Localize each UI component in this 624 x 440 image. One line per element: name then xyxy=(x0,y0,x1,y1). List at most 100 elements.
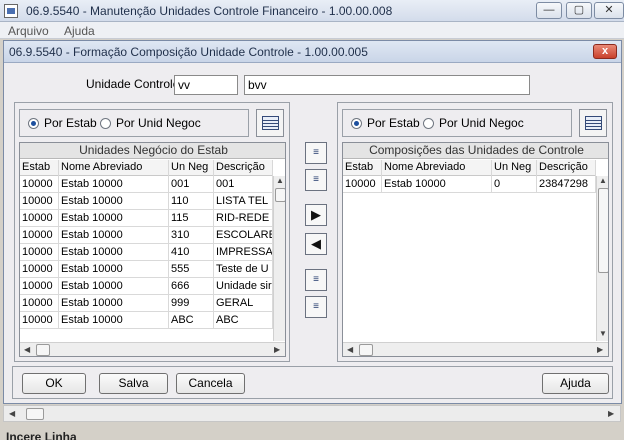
table-cell: 410 xyxy=(169,244,214,261)
ok-button[interactable]: OK xyxy=(22,373,86,394)
right-grid-select-button[interactable] xyxy=(579,109,607,137)
left-radio-estab-label: Por Estab xyxy=(44,116,97,130)
table-cell: 0 xyxy=(492,176,537,193)
right-hscroll-thumb[interactable] xyxy=(359,344,373,356)
left-radio-group: Por Estab Por Unid Negoc xyxy=(19,109,249,137)
left-grid-title: Unidades Negócio do Estab xyxy=(20,143,285,159)
add-all-button[interactable]: ≡ xyxy=(305,142,327,164)
table-cell: Teste de U xyxy=(214,261,273,278)
right-scroll-down-icon[interactable]: ▼ xyxy=(599,329,607,339)
table-row[interactable]: 10000 Estab 10000 115 RID-REDE xyxy=(20,210,273,227)
right-col-unneg[interactable]: Un Neg xyxy=(492,160,537,176)
right-vscroll-thumb[interactable] xyxy=(598,188,608,273)
left-col-unneg[interactable]: Un Neg xyxy=(169,160,214,176)
table-cell: Estab 10000 xyxy=(59,210,169,227)
table-row[interactable]: 10000 Estab 10000 310 ESCOLARE xyxy=(20,227,273,244)
left-grid-header: Estab Nome Abreviado Un Neg Descrição xyxy=(20,160,273,176)
table-row[interactable]: 10000 Estab 10000 666 Unidade sir xyxy=(20,278,273,295)
table-row[interactable]: 10000 Estab 10000 999 GERAL xyxy=(20,295,273,312)
right-horizontal-scrollbar[interactable]: ◀ ▶ xyxy=(343,342,608,356)
save-button[interactable]: Salva xyxy=(99,373,168,394)
left-grid: Unidades Negócio do Estab Estab Nome Abr… xyxy=(19,142,286,357)
right-scroll-left-icon[interactable]: ◀ xyxy=(347,345,353,355)
remove-button[interactable]: ◀ xyxy=(305,233,327,255)
table-cell: 10000 xyxy=(20,278,59,295)
table-cell: 10000 xyxy=(20,210,59,227)
right-grid-title: Composições das Unidades de Controle xyxy=(343,143,608,159)
table-cell: ESCOLARE xyxy=(214,227,273,244)
window-scroll-left-icon[interactable]: ◀ xyxy=(9,409,15,419)
table-cell: 110 xyxy=(169,193,214,210)
left-vertical-scrollbar[interactable]: ▲ xyxy=(273,176,285,341)
table-row[interactable]: 10000 Estab 10000 ABC ABC xyxy=(20,312,273,329)
right-radio-estab[interactable] xyxy=(351,118,362,129)
left-radio-unid[interactable] xyxy=(100,118,111,129)
remove-some-button[interactable]: ≡ xyxy=(305,296,327,318)
right-col-nome[interactable]: Nome Abreviado xyxy=(382,160,492,176)
window-close-button[interactable]: ✕ xyxy=(594,2,624,19)
table-cell: 666 xyxy=(169,278,214,295)
remove-all-button[interactable]: ≡ xyxy=(305,269,327,291)
table-cell: LISTA TEL xyxy=(214,193,273,210)
table-cell: 10000 xyxy=(343,176,382,193)
table-cell: Estab 10000 xyxy=(59,295,169,312)
help-button[interactable]: Ajuda xyxy=(542,373,609,394)
right-col-estab[interactable]: Estab xyxy=(343,160,382,176)
window-horizontal-scrollbar[interactable]: ◀ ▶ xyxy=(3,405,621,422)
right-radio-unid[interactable] xyxy=(423,118,434,129)
left-scroll-up-icon[interactable]: ▲ xyxy=(276,176,284,186)
table-cell: GERAL xyxy=(214,295,273,312)
table-cell: Estab 10000 xyxy=(382,176,492,193)
table-row[interactable]: 10000 Estab 10000 555 Teste de U xyxy=(20,261,273,278)
menu-ajuda[interactable]: Ajuda xyxy=(64,24,95,38)
grid-icon xyxy=(585,116,602,130)
unidade-code-field[interactable]: vv xyxy=(174,75,238,95)
unidade-description-field[interactable]: bvv xyxy=(244,75,530,95)
table-cell: 001 xyxy=(214,176,273,193)
left-scroll-right-icon[interactable]: ▶ xyxy=(274,345,280,355)
left-scroll-left-icon[interactable]: ◀ xyxy=(24,345,30,355)
table-cell: 23847298 xyxy=(537,176,596,193)
table-row[interactable]: 10000 Estab 10000 001 001 xyxy=(20,176,273,193)
table-cell: 001 xyxy=(169,176,214,193)
table-cell: ABC xyxy=(214,312,273,329)
table-cell: Estab 10000 xyxy=(59,278,169,295)
table-cell: Estab 10000 xyxy=(59,312,169,329)
right-vertical-scrollbar[interactable]: ▲ ▼ xyxy=(596,176,608,341)
left-col-nome[interactable]: Nome Abreviado xyxy=(59,160,169,176)
right-scroll-up-icon[interactable]: ▲ xyxy=(599,176,607,186)
menu-arquivo[interactable]: Arquivo xyxy=(8,24,49,38)
table-cell: 10000 xyxy=(20,193,59,210)
minimize-button[interactable]: — xyxy=(536,2,562,19)
left-horizontal-scrollbar[interactable]: ◀ ▶ xyxy=(20,342,285,356)
cancel-button[interactable]: Cancela xyxy=(176,373,245,394)
table-row[interactable]: 10000 Estab 10000 110 LISTA TEL xyxy=(20,193,273,210)
left-vscroll-thumb[interactable] xyxy=(275,188,285,202)
table-row[interactable]: 10000 Estab 10000 0 23847298 xyxy=(343,176,596,193)
right-scroll-right-icon[interactable]: ▶ xyxy=(597,345,603,355)
table-cell: Estab 10000 xyxy=(59,227,169,244)
table-cell: 999 xyxy=(169,295,214,312)
maximize-button[interactable]: ▢ xyxy=(566,2,592,19)
table-cell: 555 xyxy=(169,261,214,278)
window-scroll-right-icon[interactable]: ▶ xyxy=(608,409,614,419)
table-row[interactable]: 10000 Estab 10000 410 IMPRESSA xyxy=(20,244,273,261)
left-col-estab[interactable]: Estab xyxy=(20,160,59,176)
left-hscroll-thumb[interactable] xyxy=(36,344,50,356)
table-cell: Unidade sir xyxy=(214,278,273,295)
dialog-close-button[interactable]: x xyxy=(593,44,617,59)
status-text: Incere Linha xyxy=(6,430,77,440)
unidade-controle-label: Unidade Controle: xyxy=(86,77,183,91)
table-cell: 10000 xyxy=(20,244,59,261)
window-hscroll-thumb[interactable] xyxy=(26,408,44,420)
left-col-descricao[interactable]: Descrição xyxy=(214,160,273,176)
right-radio-unid-label: Por Unid Negoc xyxy=(439,116,524,130)
left-panel: Por Estab Por Unid Negoc Unidades Negóci… xyxy=(14,102,290,362)
add-some-button[interactable]: ≡ xyxy=(305,169,327,191)
right-col-descricao[interactable]: Descrição xyxy=(537,160,596,176)
left-grid-select-button[interactable] xyxy=(256,109,284,137)
add-button[interactable]: ▶ xyxy=(305,204,327,226)
window-titlebar: 06.9.5540 - Manutenção Unidades Controle… xyxy=(0,0,624,22)
right-grid: Composições das Unidades de Controle Est… xyxy=(342,142,609,357)
left-radio-estab[interactable] xyxy=(28,118,39,129)
